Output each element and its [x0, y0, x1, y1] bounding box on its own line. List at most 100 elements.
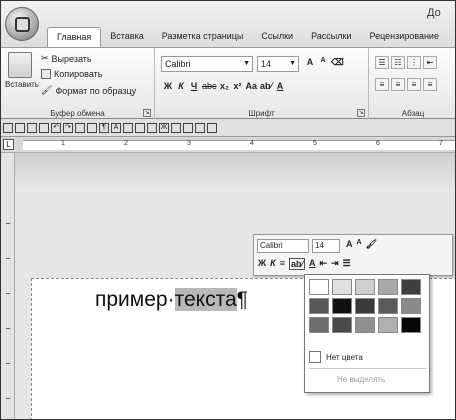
tab-mailings[interactable]: Рассылки	[302, 27, 360, 47]
shrink-font-button[interactable]: A	[318, 57, 328, 68]
paragraph-group-label: Абзац	[401, 109, 425, 118]
color-swatch[interactable]	[309, 298, 329, 314]
font-name-select[interactable]: Calibri ▼	[161, 56, 253, 72]
strikethrough-button[interactable]: abc	[202, 81, 217, 91]
spelling-icon[interactable]	[87, 122, 97, 133]
justify-icon[interactable]: ≡	[423, 78, 437, 91]
mini-font-color-button[interactable]: A	[309, 258, 316, 270]
document-text[interactable]: пример·текста¶	[95, 288, 248, 312]
mini-font-select[interactable]: Calibri	[257, 239, 309, 253]
cut-button[interactable]: ✂ Вырезать	[41, 53, 92, 64]
chevron-down-icon: ▼	[243, 60, 250, 67]
copy-button[interactable]: Копировать	[41, 69, 102, 79]
color-swatch[interactable]	[332, 317, 352, 333]
ruler-tick	[6, 363, 10, 364]
underline-button[interactable]: Ч	[189, 81, 199, 91]
ruler-tick	[6, 398, 10, 399]
color-swatch[interactable]	[309, 317, 329, 333]
font-color-button[interactable]: A	[275, 81, 285, 91]
tab-selector-icon[interactable]: L	[3, 139, 14, 150]
grow-font-icon[interactable]: A	[346, 239, 353, 250]
color-swatch[interactable]	[378, 317, 398, 333]
zoom-icon[interactable]	[183, 122, 193, 133]
clipboard-dialog-launcher[interactable]: ↘	[143, 109, 151, 117]
mini-highlight-button[interactable]: ab⁄	[288, 258, 305, 270]
color-swatch[interactable]	[378, 279, 398, 295]
ribbon: Вставить ✂ Вырезать Копировать 🖌 Формат …	[1, 47, 455, 120]
color-swatch[interactable]	[355, 317, 375, 333]
clear-format-icon[interactable]: ⌫	[331, 57, 344, 68]
new-doc-icon[interactable]	[3, 122, 13, 133]
office-button[interactable]	[5, 7, 39, 41]
color-swatch[interactable]	[378, 298, 398, 314]
color-swatch[interactable]	[355, 298, 375, 314]
mini-top-row: A A 🖌	[346, 239, 377, 250]
redo-icon[interactable]: ↷	[63, 122, 73, 133]
grow-font-button[interactable]: A	[305, 57, 315, 68]
change-case-button[interactable]: Aa	[246, 81, 258, 91]
align-center-icon[interactable]: ≡	[391, 78, 405, 91]
ruler-tick	[6, 223, 10, 224]
text-icon[interactable]: A	[111, 122, 121, 133]
font-dialog-launcher[interactable]: ↘	[357, 109, 365, 117]
paste-button[interactable]: Вставить	[5, 52, 39, 89]
picture-icon[interactable]	[135, 122, 145, 133]
color-swatch[interactable]	[332, 279, 352, 295]
mini-align-button[interactable]: ≡	[280, 258, 285, 270]
print-icon[interactable]	[39, 122, 49, 133]
table-icon[interactable]	[123, 122, 133, 133]
mini-italic-button[interactable]: К	[270, 258, 276, 270]
bold-button[interactable]: Ж	[163, 81, 173, 91]
ruler-number: 5	[313, 140, 317, 147]
superscript-button[interactable]: x²	[233, 81, 243, 91]
canvas-shadow	[15, 153, 455, 189]
help-icon[interactable]	[207, 122, 217, 133]
horizontal-ruler[interactable]: L 1 2 3 4 5 6 7	[1, 137, 455, 153]
format-painter-icon[interactable]: 🖌	[366, 239, 377, 250]
word-window: До Главная Вставка Разметка страницы Ссы…	[0, 0, 456, 420]
tab-insert[interactable]: Вставка	[101, 27, 152, 47]
color-swatch[interactable]	[401, 298, 421, 314]
columns-icon[interactable]	[171, 122, 181, 133]
numbering-icon[interactable]: ☷	[391, 56, 405, 69]
menu-divider	[309, 368, 427, 369]
mini-bold-button[interactable]: Ж	[258, 258, 266, 270]
window-icon[interactable]	[195, 122, 205, 133]
tab-references[interactable]: Ссылки	[252, 27, 302, 47]
print-preview-icon[interactable]	[75, 122, 85, 133]
save-icon[interactable]	[15, 122, 25, 133]
multilevel-list-icon[interactable]: ⋮	[407, 56, 421, 69]
align-left-icon[interactable]: ≡	[375, 78, 389, 91]
stop-highlight-option[interactable]: Не выделять	[337, 375, 385, 384]
bold-icon[interactable]: Ж	[159, 122, 169, 133]
bullets-icon[interactable]: ☰	[343, 258, 351, 270]
color-swatch[interactable]	[355, 279, 375, 295]
format-painter-button[interactable]: 🖌 Формат по образцу	[41, 85, 136, 96]
no-color-option[interactable]: Нет цвета	[309, 349, 427, 365]
ribbon-tabs: Главная Вставка Разметка страницы Ссылки…	[47, 27, 448, 47]
chart-icon[interactable]	[147, 122, 157, 133]
undo-icon[interactable]: ↶	[51, 122, 61, 133]
pilcrow-icon[interactable]: ¶	[99, 122, 109, 133]
tab-home[interactable]: Главная	[47, 27, 102, 47]
color-swatch[interactable]	[309, 279, 329, 295]
color-swatch[interactable]	[401, 317, 421, 333]
shrink-font-icon[interactable]: A	[357, 239, 362, 250]
open-icon[interactable]	[27, 122, 37, 133]
font-size-select[interactable]: 14 ▼	[257, 56, 299, 72]
decrease-indent-icon[interactable]: ⇤	[423, 56, 437, 69]
increase-indent-icon[interactable]: ⇥	[331, 258, 339, 270]
vertical-ruler[interactable]	[1, 153, 15, 419]
clipboard-group: Вставить ✂ Вырезать Копировать 🖌 Формат …	[1, 48, 155, 120]
color-swatch[interactable]	[401, 279, 421, 295]
highlight-color-button[interactable]: ab⁄	[260, 81, 272, 91]
align-right-icon[interactable]: ≡	[407, 78, 421, 91]
bullets-icon[interactable]: ☰	[375, 56, 389, 69]
italic-button[interactable]: К	[176, 81, 186, 91]
decrease-indent-icon[interactable]: ⇤	[319, 258, 327, 270]
tab-page-layout[interactable]: Разметка страницы	[153, 27, 253, 47]
subscript-button[interactable]: x₂	[220, 81, 230, 91]
color-swatch[interactable]	[332, 298, 352, 314]
tab-review[interactable]: Рецензирование	[360, 27, 448, 47]
mini-size-select[interactable]: 14	[312, 239, 340, 253]
